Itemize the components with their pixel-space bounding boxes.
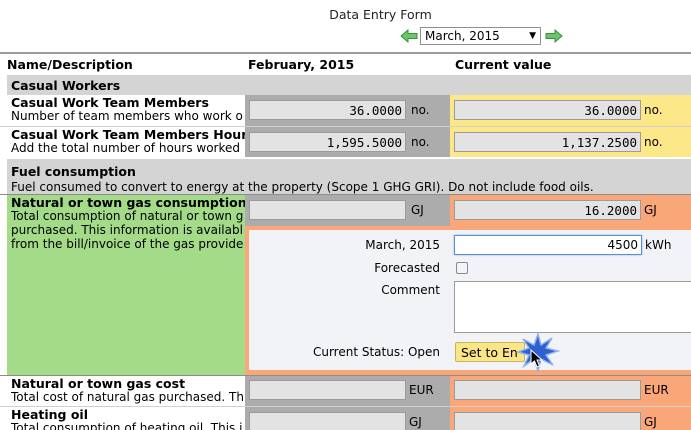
previous-value-cell: GJ (245, 407, 450, 430)
unit-label: GJ (644, 203, 657, 217)
section-title: Fuel consumption (11, 164, 136, 179)
previous-value-cell: 1,595.5000 no. (245, 127, 450, 157)
form-title: Data Entry Form (329, 7, 432, 22)
unit-label: no. (411, 135, 430, 149)
right-arrow-icon (545, 28, 563, 44)
item-description-line: from the bill/invoice of the gas provide… (11, 237, 243, 251)
previous-value-cell: GJ (245, 195, 450, 226)
unit-label: GJ (644, 415, 657, 429)
header-divider (0, 52, 691, 54)
month-select-value: March, 2015 (425, 29, 500, 43)
previous-value-field (249, 200, 406, 220)
current-value-field[interactable]: 1,137.2500 (454, 132, 641, 152)
previous-value-field (249, 412, 406, 430)
item-description: Total consumption of heating oil. This i… (11, 421, 243, 430)
item-description-line: Total consumption of natural or town gas (11, 209, 243, 223)
unit-label: GJ (409, 415, 422, 429)
period-label: March, 2015 (365, 238, 440, 252)
unit-label: EUR (644, 383, 669, 397)
current-value-cell[interactable]: 1,137.2500 no. (450, 127, 691, 157)
item-description: Total cost of natural gas purchased. Thi… (11, 390, 243, 404)
section-fuel-consumption: Fuel consumption Fuel consumed to conver… (7, 159, 691, 194)
forecasted-checkbox[interactable] (456, 262, 468, 274)
unit-label: no. (644, 103, 663, 117)
item-title: Natural or town gas consumption (11, 195, 247, 210)
entry-unit-label: kWh (645, 238, 672, 252)
current-value-field[interactable] (454, 412, 641, 430)
comment-textarea[interactable] (454, 281, 691, 333)
chevron-down-icon: ▼ (529, 31, 536, 41)
section-casual-workers: Casual Workers (7, 75, 691, 95)
item-description: Total consumption of natural or town gas… (11, 209, 243, 251)
table-row-team-hours[interactable]: Casual Work Team Members Hours Add the t… (7, 127, 691, 157)
unit-label: EUR (409, 383, 434, 397)
left-arrow-icon (400, 28, 418, 44)
previous-value-cell: EUR (245, 376, 450, 406)
previous-value-cell: 36.0000 no. (245, 95, 450, 126)
comment-label: Comment (381, 283, 440, 297)
month-select[interactable]: March, 2015 ▼ (420, 27, 541, 45)
section-title: Casual Workers (11, 78, 121, 93)
previous-value-field: 36.0000 (249, 100, 406, 120)
item-description: Add the total number of hours worked ... (11, 141, 243, 155)
unit-label: no. (644, 135, 663, 149)
next-month-button[interactable] (545, 28, 563, 44)
table-row-gas-cost[interactable]: Natural or town gas cost Total cost of n… (7, 376, 691, 406)
item-title: Casual Work Team Members (11, 95, 209, 110)
unit-label: no. (411, 103, 430, 117)
previous-value-field (249, 380, 406, 400)
current-value-cell[interactable]: EUR (450, 376, 691, 406)
column-header-name: Name/Description (7, 57, 133, 72)
previous-value-field: 1,595.5000 (249, 132, 406, 152)
forecasted-label: Forecasted (374, 261, 440, 275)
item-title: Heating oil (11, 407, 88, 422)
entry-detail-panel: March, 2015 4500 kWh Forecasted Comment … (249, 230, 691, 370)
column-header-current: Current value (455, 57, 552, 72)
mouse-pointer-icon (530, 349, 544, 368)
current-value-field[interactable] (454, 380, 641, 400)
item-description-line: purchased. This information is available (11, 223, 243, 237)
previous-month-button[interactable] (400, 28, 418, 44)
current-value-field[interactable]: 16.2000 (454, 200, 641, 220)
current-value-field[interactable]: 36.0000 (454, 100, 641, 120)
value-entry-input[interactable]: 4500 (454, 235, 642, 255)
section-description: Fuel consumed to convert to energy at th… (11, 180, 594, 194)
column-header-previous: February, 2015 (248, 57, 355, 72)
item-title: Casual Work Team Members Hours (11, 127, 255, 142)
table-row-gas-consumption-selected[interactable]: Natural or town gas consumption Total co… (7, 195, 247, 375)
item-title: Natural or town gas cost (11, 376, 186, 391)
table-row-team-members[interactable]: Casual Work Team Members Number of team … (7, 95, 691, 126)
current-value-cell[interactable]: 36.0000 no. (450, 95, 691, 126)
table-row-heating-oil[interactable]: Heating oil Total consumption of heating… (7, 407, 691, 430)
unit-label: GJ (411, 203, 424, 217)
current-status-text: Current Status: Open (312, 345, 440, 359)
item-description: Number of team members who work oc... (11, 109, 243, 123)
current-value-cell[interactable]: GJ (450, 407, 691, 430)
